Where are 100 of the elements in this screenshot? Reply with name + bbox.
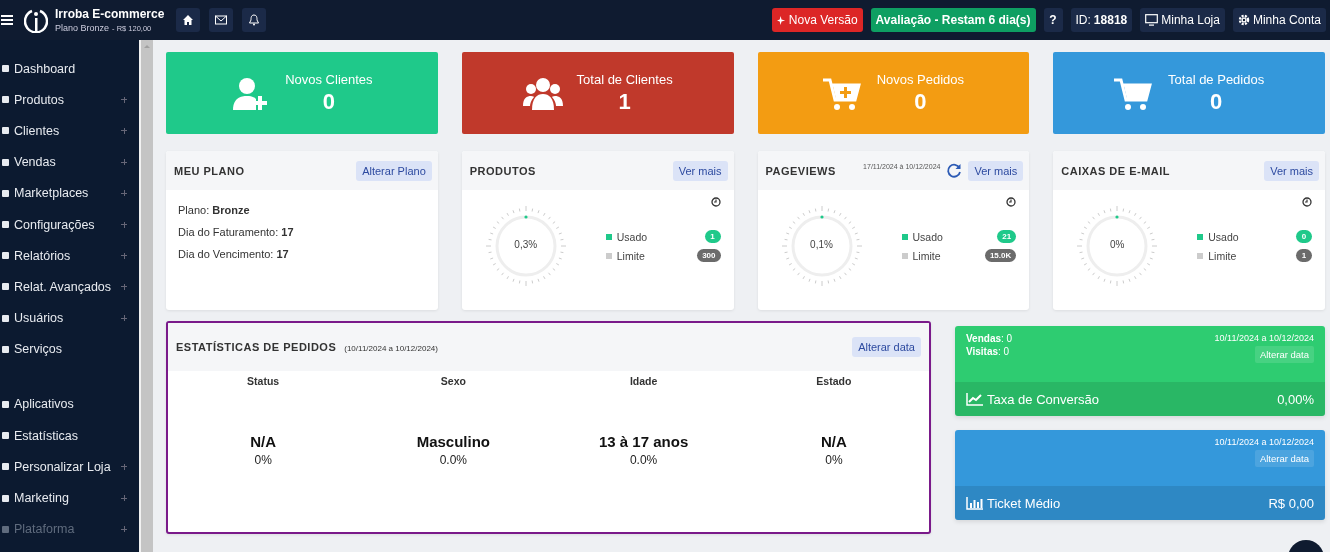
sidebar-item[interactable]: Produtos (0, 84, 139, 116)
sidebar-item[interactable]: Clientes (0, 115, 139, 147)
legend-swatch (605, 252, 612, 259)
column-header: Status (246, 375, 281, 387)
envelope-icon (215, 14, 228, 26)
gauge-reading: 0% (1109, 239, 1126, 250)
notifications-button[interactable] (242, 8, 267, 32)
cart-plus-icon (822, 76, 863, 112)
gauge-reading: 0,3% (513, 239, 539, 250)
scrollbar[interactable] (139, 40, 153, 552)
column-header: Idade (628, 375, 659, 387)
sidebar-item[interactable]: Marketing (0, 482, 139, 514)
gauge-reading: 0,1% (809, 239, 834, 250)
date-range: 10/11/2024 a 10/12/2024 (1214, 437, 1314, 447)
plus-icon (121, 252, 127, 259)
plus-icon (121, 159, 127, 166)
card-label: Total de Pedidos (1168, 71, 1265, 87)
help-button[interactable]: ? (1043, 8, 1063, 32)
card-label: Novos Clientes (285, 71, 373, 87)
new-version-button[interactable]: Nova Versão (771, 8, 863, 32)
date-range: (10/11/2024 a 10/12/2024) (344, 344, 438, 353)
metric-label: Ticket Médio (987, 495, 1061, 511)
legend-label: Limite (1208, 249, 1238, 262)
square-icon (2, 96, 9, 104)
my-account-button[interactable]: Minha Conta (1232, 8, 1326, 32)
cart-icon (1114, 76, 1155, 112)
sparkle-icon (776, 15, 786, 25)
square-icon (2, 158, 9, 166)
my-store-button[interactable]: Minha Loja (1140, 8, 1225, 32)
sidebar-item[interactable]: Marketplaces (0, 177, 139, 209)
count-badge: 1 (1296, 249, 1312, 262)
sidebar-item[interactable]: Usuários (0, 302, 139, 334)
see-more-button[interactable]: Ver mais (672, 160, 728, 181)
stat-value: Masculino (415, 433, 492, 451)
metric-value: 0,00% (1277, 391, 1314, 407)
gear-icon (1237, 14, 1250, 26)
square-icon (2, 283, 9, 291)
plus-icon (121, 495, 127, 502)
sidebar-item[interactable]: Serviços (0, 333, 139, 365)
card-label: Novos Pedidos (876, 71, 965, 87)
sidebar-item[interactable]: Estatísticas (0, 420, 139, 452)
stat-value: 13 à 17 anos (598, 433, 690, 451)
see-more-button[interactable]: Ver mais (1264, 160, 1319, 181)
column-header: Sexo (439, 375, 467, 387)
menu-icon (1, 15, 13, 25)
sidebar-item[interactable]: Dashboard (0, 53, 139, 85)
home-icon (182, 14, 195, 26)
stat-percent: 0% (824, 453, 844, 467)
count-badge: 300 (697, 249, 721, 262)
count-badge: 21 (997, 230, 1017, 243)
legend-swatch (901, 252, 908, 259)
card-value: 0 (913, 88, 928, 115)
card-value: 0 (321, 88, 336, 115)
sidebar-item[interactable]: Aplicativos (0, 388, 139, 421)
square-icon (2, 345, 9, 353)
plan-detail: Plano: Bronze (178, 204, 251, 216)
stat-percent: 0% (253, 453, 273, 467)
card-label: Total de Clientes (576, 71, 673, 87)
see-more-button[interactable]: Ver mais (968, 160, 1024, 181)
plus-icon (121, 221, 127, 228)
plan-detail: Dia do Vencimento: 17 (178, 248, 290, 260)
plus-icon (121, 526, 127, 533)
bar-chart-icon (966, 496, 984, 510)
legend-label: Usado (1208, 230, 1240, 243)
plus-icon (121, 283, 127, 290)
sidebar-item[interactable]: Relatórios (0, 240, 139, 272)
card-title: PRODUTOS (469, 164, 536, 177)
plus-icon (121, 190, 127, 197)
square-icon (2, 221, 9, 229)
plus-icon (121, 96, 127, 103)
card-title: PAGEVIEWS (765, 164, 836, 177)
users-icon (522, 76, 563, 112)
legend-swatch (605, 233, 612, 240)
change-date-button[interactable]: Alterar data (852, 337, 921, 357)
square-icon (2, 65, 9, 73)
change-plan-button[interactable]: Alterar Plano (356, 160, 432, 181)
plus-icon (121, 315, 127, 322)
metric-value: R$ 0,00 (1268, 495, 1314, 511)
legend-label: Limite (912, 249, 942, 262)
count-badge: 15.0K (984, 249, 1017, 262)
legend-swatch (901, 233, 908, 240)
legend-swatch (1197, 252, 1204, 259)
plan-detail: Dia do Faturamento: 17 (178, 226, 295, 238)
brand-name: Irroba E-commerce (55, 7, 165, 21)
plan-name: Plano Bronze (55, 23, 110, 33)
monitor-icon (1145, 14, 1159, 26)
sidebar-item[interactable]: Configurações (0, 208, 139, 241)
mail-button[interactable] (209, 8, 234, 32)
sidebar-item[interactable]: Personalizar Loja (0, 451, 139, 483)
count-badge: 0 (1296, 230, 1312, 243)
legend-label: Limite (616, 249, 646, 262)
sidebar-item[interactable]: Vendas (0, 146, 139, 178)
square-icon (2, 525, 9, 533)
home-button[interactable] (176, 8, 201, 32)
square-icon (2, 252, 9, 260)
sidebar-item[interactable]: Relat. Avançados (0, 271, 139, 303)
card-title: ESTATÍSTICAS DE PEDIDOS (176, 341, 337, 353)
order-stats-panel[interactable]: ESTATÍSTICAS DE PEDIDOS (10/11/2024 a 10/12/2024) Alterar data Status N/A 0% Sexo Masculino 0.0% Idade 13 à 17 anos 0.0% Estado N/A 0% (166, 321, 931, 534)
card-title: CAIXAS DE E-MAIL (1061, 164, 1171, 177)
refresh-icon[interactable] (946, 162, 963, 179)
